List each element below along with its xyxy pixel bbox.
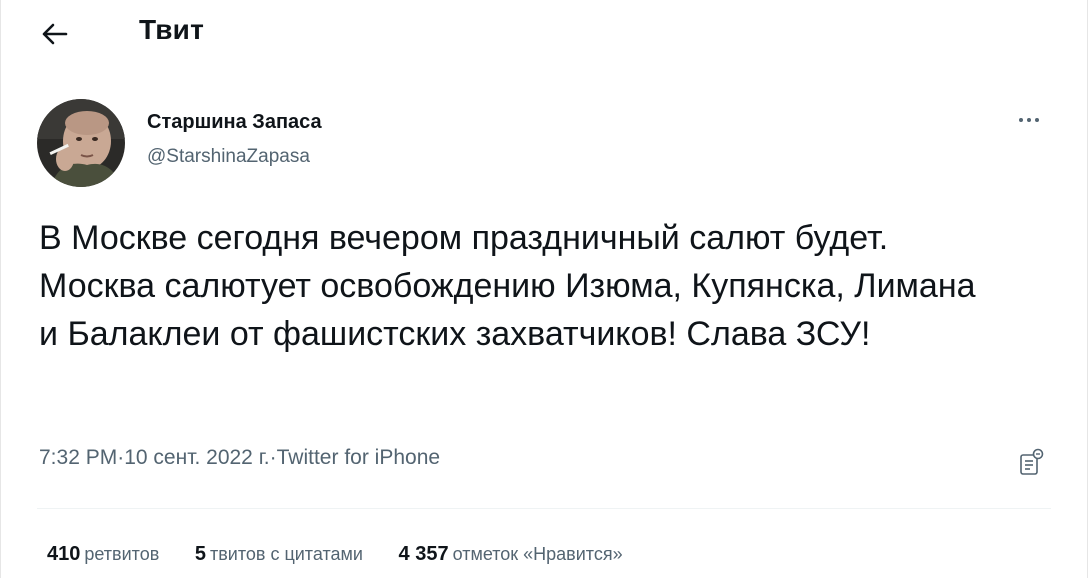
page-header: Твит [1,0,1088,66]
author-name[interactable]: Старшина Запаса [147,111,322,134]
back-button[interactable] [35,16,75,52]
retweets-label: ретвитов [84,544,160,564]
tweet-text: В Москве сегодня вечером праздничный сал… [39,219,976,353]
tweet-source[interactable]: Twitter for iPhone [277,446,440,470]
tweet-time[interactable]: 7:32 PM [39,446,117,470]
tweet-page: Твит Старшина Запаса @StarshinaZapasa В … [0,0,1088,578]
user-avatar-photo [37,99,125,187]
quotes-count: 5 [194,543,206,565]
likes-count: 4 357 [398,543,449,565]
meta-separator: · [117,446,125,469]
tweet-date[interactable]: 10 сент. 2022 г. [124,446,269,470]
analytics-button[interactable] [1013,444,1049,480]
quotes-label: твитов с цитатами [209,544,363,564]
likes-stat[interactable]: 4 357 отметок «Нравится» [399,543,623,566]
avatar[interactable] [37,99,125,187]
more-horizontal-icon [1019,118,1039,122]
tweet-analytics-icon [1020,448,1044,475]
page-title: Твит [139,14,204,45]
divider [37,508,1051,509]
tweet-stats: 410 ретвитов 5 твитов с цитатами 4 357 отме… [47,543,653,566]
tweet-meta: 7:32 PM · 10 сент. 2022 г. · Twitter for… [39,446,440,470]
retweets-stat[interactable]: 410 ретвитов [47,543,159,566]
author-handle[interactable]: @StarshinaZapasa [147,146,310,168]
meta-separator: · [269,446,277,469]
more-button[interactable] [1011,108,1047,132]
quotes-stat[interactable]: 5 твитов с цитатами [195,543,363,566]
likes-label: отметок «Нравится» [452,544,623,564]
retweets-count: 410 [47,543,81,565]
arrow-left-icon [42,23,68,45]
